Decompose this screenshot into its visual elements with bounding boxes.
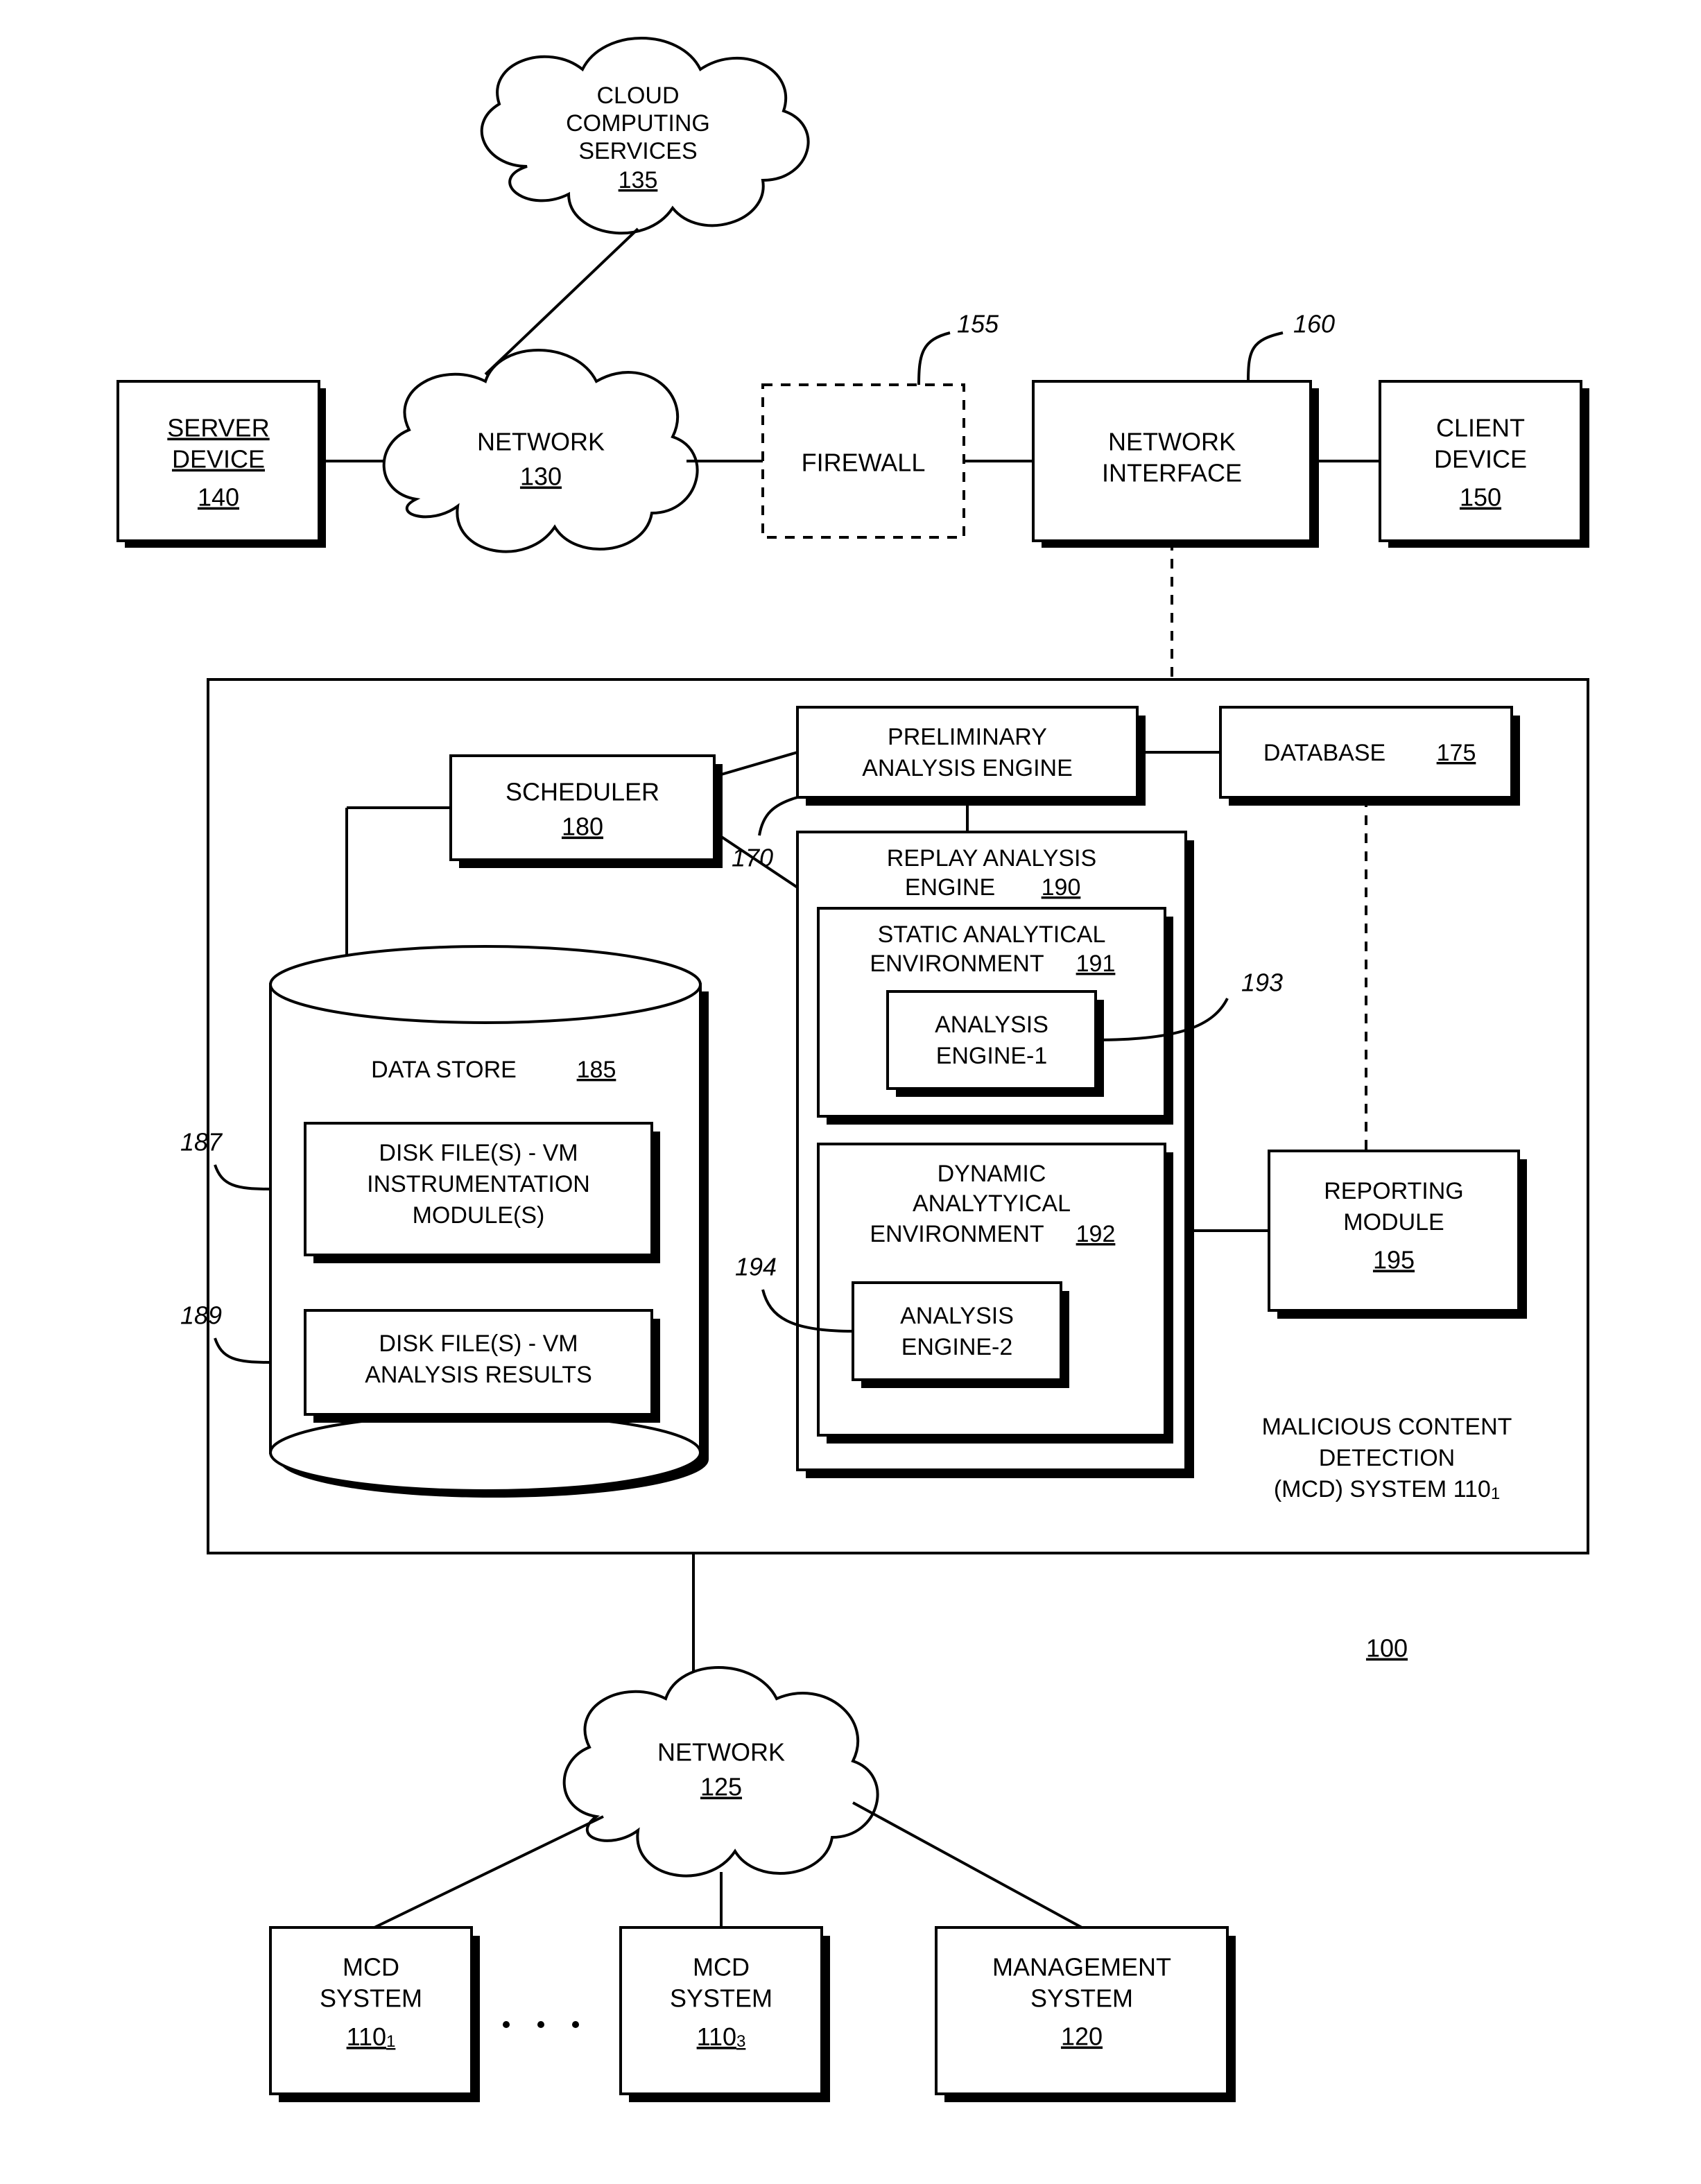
firewall: FIREWALL [763,385,964,537]
link-net-mgmt [853,1803,1082,1927]
network-top-ref: 130 [520,462,562,491]
scheduler-ref: 180 [562,813,603,841]
mcd2-l2: SYSTEM [320,1984,422,2013]
scheduler: SCHEDULER 180 [451,756,723,868]
disk2-l2: ANALYSIS RESULTS [365,1362,592,1388]
callout-160-line [1248,333,1283,381]
client-l2: DEVICE [1434,445,1527,474]
dyn-l1: DYNAMIC [938,1161,1046,1187]
cloud-services-l3: SERVICES [578,138,697,164]
static-l1: STATIC ANALYTICAL [878,921,1106,948]
iface-l1: NETWORK [1108,428,1236,456]
mcd2-l1: MCD [343,1953,399,1982]
disk2-l1: DISK FILE(S) - VM [379,1331,578,1357]
ae2-l2: ENGINE-2 [901,1334,1013,1360]
server-l1: SERVER [167,414,269,442]
client-device: CLIENT DEVICE 150 [1380,381,1589,548]
callout-194: 194 [735,1253,777,1281]
cloud-services-l1: CLOUD [596,83,679,109]
network-cloud-bottom: NETWORK 125 [564,1667,878,1876]
mcd-label-l1: MALICIOUS CONTENT [1262,1414,1512,1440]
callout-155: 155 [957,310,999,338]
replay-ref: 190 [1042,874,1081,901]
mgmt-l1: MANAGEMENT [992,1953,1171,1982]
reporting-module: REPORTING MODULE 195 [1269,1151,1527,1319]
callout-193: 193 [1241,969,1283,997]
network-top-l1: NETWORK [477,428,605,456]
analysis-engine-1: ANALYSIS ENGINE-1 [888,991,1104,1097]
disk1-l2: INSTRUMENTATION [367,1171,590,1197]
server-l2: DEVICE [172,445,265,474]
callout-187: 187 [180,1128,223,1156]
ae1-l2: ENGINE-1 [936,1043,1048,1069]
dyn-l3: ENVIRONMENT [870,1221,1044,1247]
callout-189: 189 [180,1301,222,1330]
replay-l1: REPLAY ANALYSIS [887,845,1096,872]
mgmt-l2: SYSTEM [1030,1984,1133,2013]
static-l2: ENVIRONMENT [870,951,1044,977]
firewall-l1: FIREWALL [802,449,926,477]
server-ref: 140 [198,483,239,512]
ae2-l1: ANALYSIS [900,1303,1014,1329]
mgmt-ref: 120 [1061,2022,1103,2051]
link-net-mcd2 [374,1817,603,1927]
network-cloud-top: NETWORK 130 [384,350,698,552]
network-bot-l1: NETWORK [657,1738,785,1767]
disk-files-analysis-results: DISK FILE(S) - VM ANALYSIS RESULTS [305,1310,660,1423]
ellipsis-dots [503,2021,579,2028]
client-ref: 150 [1460,483,1501,512]
reporting-ref: 195 [1373,1246,1415,1274]
network-interface: NETWORK INTERFACE [1033,381,1319,548]
database: DATABASE 175 [1220,707,1520,806]
mcd3-l2: SYSTEM [670,1984,772,2013]
preliminary-analysis-engine: PRELIMINARY ANALYSIS ENGINE [797,707,1146,806]
cloud-computing-services: CLOUD COMPUTING SERVICES 135 [482,38,809,233]
reporting-l2: MODULE [1343,1209,1444,1236]
ds-l1: DATA STORE [371,1057,517,1083]
static-ref: 191 [1076,951,1116,977]
replay-l2: ENGINE [905,874,995,901]
ae1-l1: ANALYSIS [935,1012,1048,1038]
database-l1: DATABASE [1263,740,1385,766]
ds-ref: 185 [577,1057,616,1083]
cloud-services-ref: 135 [619,167,658,193]
disk1-l3: MODULE(S) [413,1202,545,1229]
network-bot-ref: 125 [700,1773,742,1801]
client-l1: CLIENT [1436,414,1525,442]
reporting-l1: REPORTING [1324,1178,1464,1204]
mcd3-l1: MCD [693,1953,750,1982]
mcd-label-l3: (MCD) SYSTEM 1101 [1274,1476,1500,1503]
prelim-l2: ANALYSIS ENGINE [862,755,1073,781]
dyn-l2: ANALYTYICAL [913,1190,1071,1217]
figure-id: 100 [1366,1634,1408,1663]
mcd-system-2: MCD SYSTEM 1101 [270,1927,480,2102]
disk1-l1: DISK FILE(S) - VM [379,1140,578,1166]
scheduler-l1: SCHEDULER [506,778,659,806]
iface-l2: INTERFACE [1102,459,1242,487]
callout-155-line [919,333,950,385]
management-system: MANAGEMENT SYSTEM 120 [936,1927,1236,2102]
prelim-l1: PRELIMINARY [888,724,1047,750]
mcd-system-3: MCD SYSTEM 1103 [621,1927,830,2102]
database-ref: 175 [1437,740,1476,766]
cloud-services-l2: COMPUTING [566,110,710,137]
diagram-root: CLOUD COMPUTING SERVICES 135 SERVER DEVI… [0,0,1701,2184]
analysis-engine-2: ANALYSIS ENGINE-2 [853,1283,1069,1388]
disk-files-instrumentation: DISK FILE(S) - VM INSTRUMENTATION MODULE… [305,1123,660,1263]
mcd-label-l2: DETECTION [1319,1445,1455,1471]
server-device: SERVER DEVICE 140 [118,381,326,548]
callout-160: 160 [1293,310,1335,338]
dyn-ref: 192 [1076,1221,1116,1247]
